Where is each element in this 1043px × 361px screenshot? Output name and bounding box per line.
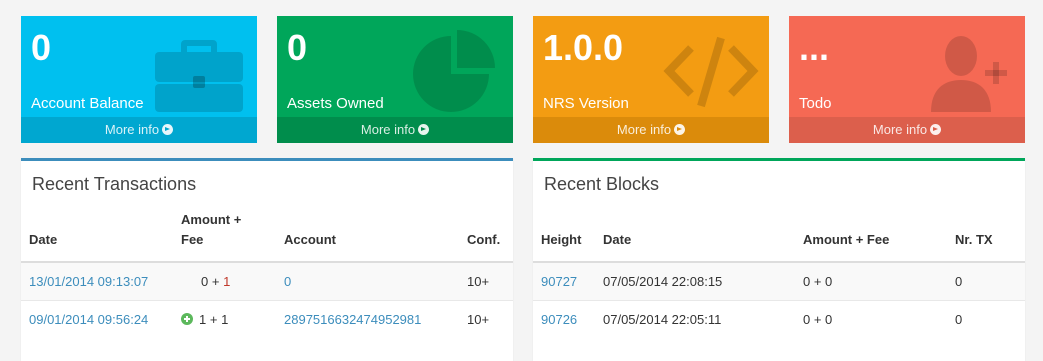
recent-blocks-panel: Recent Blocks Height Date Amount + Fee N…	[533, 158, 1025, 361]
assets-owned-more-info[interactable]: More info	[277, 117, 513, 143]
amount-value: 0	[201, 274, 209, 289]
todo-value: ...	[799, 27, 830, 68]
todo-more-info[interactable]: More info	[789, 117, 1025, 143]
plus-sign: +	[209, 312, 218, 327]
block-height-link[interactable]: 90727	[541, 274, 577, 289]
transaction-date-link[interactable]: 13/01/2014 09:13:07	[29, 274, 148, 289]
transaction-date-link[interactable]: 09/01/2014 09:56:24	[29, 312, 148, 327]
block-height-link[interactable]: 90726	[541, 312, 577, 327]
fee-value: 1	[221, 312, 229, 327]
more-info-label: More info	[360, 122, 416, 137]
column-header-nr-tx: Nr. TX	[947, 209, 1025, 263]
more-info-label: More info	[616, 122, 672, 137]
transaction-conf: 10+	[459, 300, 513, 338]
account-balance-label: Account Balance	[31, 95, 144, 112]
arrow-circle-right-icon	[674, 124, 686, 135]
user-plus-icon	[931, 36, 1007, 112]
account-balance-more-info[interactable]: More info	[21, 117, 257, 143]
column-header-amount-fee: Amount + Fee	[173, 209, 276, 263]
recent-transactions-panel: Recent Transactions Date Amount + Fee Acc…	[21, 158, 513, 361]
arrow-circle-right-icon	[930, 124, 942, 135]
nrs-version-tile: 1.0.0 NRS Version More info	[533, 16, 769, 143]
assets-owned-label: Assets Owned	[287, 95, 384, 112]
arrow-circle-right-icon	[162, 124, 174, 135]
block-nr-tx: 0	[947, 300, 1025, 338]
table-header-row: Height Date Amount + Fee Nr. TX	[533, 209, 1025, 263]
amount-header-line1: Amount +	[181, 212, 242, 227]
transaction-conf: 10+	[459, 261, 513, 301]
block-date: 07/05/2014 22:08:15	[595, 261, 795, 301]
assets-owned-value: 0	[287, 27, 308, 68]
transaction-amount-fee: 1 + 1	[173, 300, 276, 338]
recent-blocks-title: Recent Blocks	[544, 174, 660, 194]
recent-blocks-table: Height Date Amount + Fee Nr. TX 90727 07…	[533, 209, 1025, 338]
plus-sign: +	[211, 274, 220, 289]
block-nr-tx: 0	[947, 261, 1025, 301]
plus-circle-icon	[181, 313, 193, 325]
column-header-account: Account	[276, 209, 459, 263]
amount-header-line2: Fee	[181, 232, 204, 247]
block-amount-fee: 0 + 0	[795, 300, 947, 338]
column-header-conf: Conf.	[459, 209, 513, 263]
column-header-date: Date	[21, 209, 173, 263]
amount-value: 1	[199, 312, 207, 327]
transaction-account-link[interactable]: 0	[284, 274, 291, 289]
transaction-amount-fee: 0 + 1	[173, 261, 276, 301]
recent-transactions-table: Date Amount + Fee Account Conf. 13/01/201…	[21, 209, 513, 338]
table-row: 90727 07/05/2014 22:08:15 0 + 0 0	[533, 261, 1025, 301]
column-header-amount-fee: Amount + Fee	[795, 209, 947, 263]
todo-tile: ... Todo More info	[789, 16, 1025, 143]
account-balance-value: 0	[31, 27, 52, 68]
table-header-row: Date Amount + Fee Account Conf.	[21, 209, 513, 263]
account-balance-tile: 0 Account Balance More info	[21, 16, 257, 143]
nrs-version-label: NRS Version	[543, 95, 629, 112]
todo-label: Todo	[799, 95, 832, 112]
briefcase-icon	[155, 40, 243, 112]
assets-owned-tile: 0 Assets Owned More info	[277, 16, 513, 143]
block-date: 07/05/2014 22:05:11	[595, 300, 795, 338]
arrow-circle-right-icon	[418, 124, 430, 135]
more-info-label: More info	[104, 122, 160, 137]
table-row: 09/01/2014 09:56:24 1 + 1 28975166324749…	[21, 300, 513, 338]
fee-value: 1	[223, 274, 231, 289]
recent-transactions-title: Recent Transactions	[32, 174, 197, 194]
pie-chart-icon	[413, 30, 495, 112]
nrs-version-more-info[interactable]: More info	[533, 117, 769, 143]
column-header-height: Height	[533, 209, 595, 263]
transaction-account-link[interactable]: 2897516632474952981	[284, 312, 421, 327]
block-amount-fee: 0 + 0	[795, 261, 947, 301]
table-row: 90726 07/05/2014 22:05:11 0 + 0 0	[533, 300, 1025, 338]
more-info-label: More info	[872, 122, 928, 137]
column-header-date: Date	[595, 209, 795, 263]
nrs-version-value: 1.0.0	[543, 27, 624, 68]
table-row: 13/01/2014 09:13:07 0 + 1 0 10+	[21, 261, 513, 301]
code-icon	[663, 36, 759, 108]
